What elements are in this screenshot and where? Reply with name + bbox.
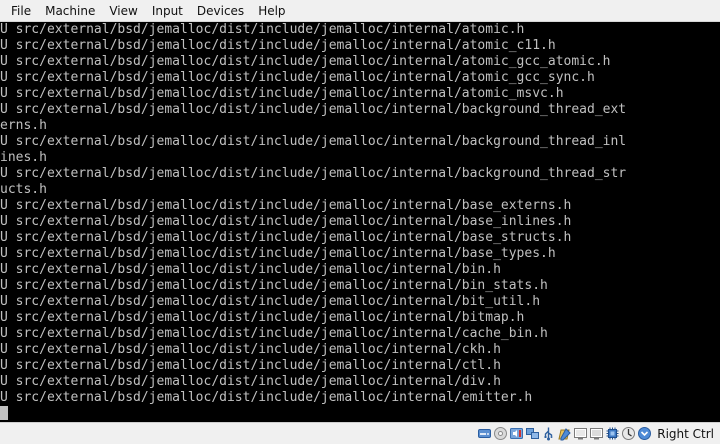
menu-bar: File Machine View Input Devices Help [0, 0, 720, 22]
console-line: U src/external/bsd/jemalloc/dist/include… [0, 326, 548, 341]
status-icons [477, 426, 652, 441]
console-line: U src/external/bsd/jemalloc/dist/include… [0, 294, 541, 309]
console-line: U src/external/bsd/jemalloc/dist/include… [0, 390, 533, 405]
display-icon[interactable] [573, 426, 588, 441]
console-line: U src/external/bsd/jemalloc/dist/include… [0, 374, 501, 389]
text-cursor [0, 406, 8, 420]
usb-icon[interactable] [541, 426, 556, 441]
menu-input[interactable]: Input [145, 0, 190, 22]
video-capture-icon[interactable] [589, 426, 604, 441]
console-line: U src/external/bsd/jemalloc/dist/include… [0, 214, 572, 229]
console-line: U src/external/bsd/jemalloc/dist/include… [0, 278, 548, 293]
console-line: ines.h [0, 150, 47, 165]
console-line: U src/external/bsd/jemalloc/dist/include… [0, 358, 501, 373]
network-icon[interactable] [525, 426, 540, 441]
console-line: U src/external/bsd/jemalloc/dist/include… [0, 342, 501, 357]
console-line: U src/external/bsd/jemalloc/dist/include… [0, 230, 572, 245]
console-line: U src/external/bsd/jemalloc/dist/include… [0, 102, 627, 117]
console-line: U src/external/bsd/jemalloc/dist/include… [0, 262, 501, 277]
mouse-integration-icon[interactable] [621, 426, 636, 441]
host-key-label: Right Ctrl [657, 426, 714, 441]
console-line: U src/external/bsd/jemalloc/dist/include… [0, 54, 611, 69]
console-line: erns.h [0, 118, 47, 133]
optical-drive-icon[interactable] [493, 426, 508, 441]
cpu-icon[interactable] [605, 426, 620, 441]
console-line: ucts.h [0, 182, 47, 197]
console-screen[interactable]: U src/external/bsd/jemalloc/dist/include… [0, 22, 720, 422]
vm-window: File Machine View Input Devices Help U s… [0, 0, 720, 444]
host-key-arrow-icon[interactable] [637, 426, 652, 441]
menu-machine[interactable]: Machine [38, 0, 102, 22]
hard-disk-icon[interactable] [477, 426, 492, 441]
console-line: U src/external/bsd/jemalloc/dist/include… [0, 246, 556, 261]
menu-view[interactable]: View [102, 0, 144, 22]
console-line: U src/external/bsd/jemalloc/dist/include… [0, 86, 564, 101]
console-line: U src/external/bsd/jemalloc/dist/include… [0, 310, 525, 325]
console-line: U src/external/bsd/jemalloc/dist/include… [0, 198, 572, 213]
status-bar: Right Ctrl [0, 422, 720, 444]
console-line: U src/external/bsd/jemalloc/dist/include… [0, 38, 556, 53]
shared-folders-icon[interactable] [557, 426, 572, 441]
console-line: U src/external/bsd/jemalloc/dist/include… [0, 166, 627, 181]
menu-help[interactable]: Help [251, 0, 292, 22]
menu-file[interactable]: File [4, 0, 38, 22]
console-line: U src/external/bsd/jemalloc/dist/include… [0, 22, 525, 37]
console-line: U src/external/bsd/jemalloc/dist/include… [0, 70, 595, 85]
audio-icon[interactable] [509, 426, 524, 441]
menu-devices[interactable]: Devices [190, 0, 251, 22]
console-line: U src/external/bsd/jemalloc/dist/include… [0, 134, 627, 149]
